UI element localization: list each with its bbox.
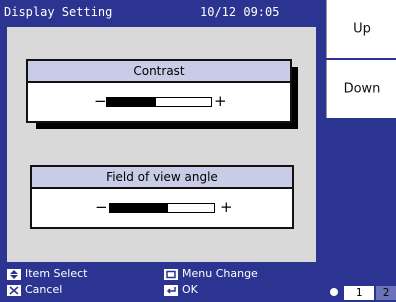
contrast-level-fill bbox=[107, 98, 156, 106]
help-item-select: Item Select bbox=[7, 267, 87, 280]
contrast-setting[interactable]: Contrast − + bbox=[26, 59, 292, 123]
ok-label: OK bbox=[182, 283, 198, 296]
field-of-view-setting[interactable]: Field of view angle − + bbox=[30, 165, 294, 229]
help-ok: OK bbox=[164, 283, 198, 296]
cancel-icon bbox=[7, 284, 21, 296]
increase-icon[interactable]: + bbox=[220, 200, 233, 215]
item-select-label: Item Select bbox=[25, 267, 88, 280]
display-setting-screen: Display Setting 10/12 09:05 Contrast − +… bbox=[0, 0, 396, 302]
menu-change-label: Menu Change bbox=[182, 267, 258, 280]
updown-arrow-icon bbox=[7, 268, 21, 280]
menu-icon bbox=[164, 268, 178, 280]
contrast-label: Contrast bbox=[28, 61, 290, 83]
up-button[interactable]: Up bbox=[326, 0, 396, 58]
field-of-view-level-bar[interactable] bbox=[109, 203, 215, 213]
page-1-tab[interactable]: 1 bbox=[344, 286, 374, 300]
increase-icon[interactable]: + bbox=[214, 94, 227, 109]
up-label: Up bbox=[353, 21, 371, 37]
contrast-level-bar[interactable] bbox=[106, 97, 212, 107]
down-button[interactable]: Down bbox=[326, 60, 396, 118]
cancel-label: Cancel bbox=[25, 283, 63, 296]
decrease-icon[interactable]: − bbox=[95, 200, 108, 215]
help-cancel: Cancel bbox=[7, 283, 62, 296]
down-label: Down bbox=[343, 81, 381, 97]
help-menu-change: Menu Change bbox=[164, 267, 258, 280]
datetime: 10/12 09:05 bbox=[200, 5, 280, 19]
field-of-view-label: Field of view angle bbox=[32, 167, 292, 189]
page-2-tab[interactable]: 2 bbox=[376, 286, 396, 300]
enter-icon bbox=[164, 284, 178, 296]
field-of-view-level-fill bbox=[110, 204, 169, 212]
decrease-icon[interactable]: − bbox=[94, 94, 107, 109]
page-title: Display Setting bbox=[4, 5, 113, 19]
eye-icon bbox=[330, 288, 338, 296]
